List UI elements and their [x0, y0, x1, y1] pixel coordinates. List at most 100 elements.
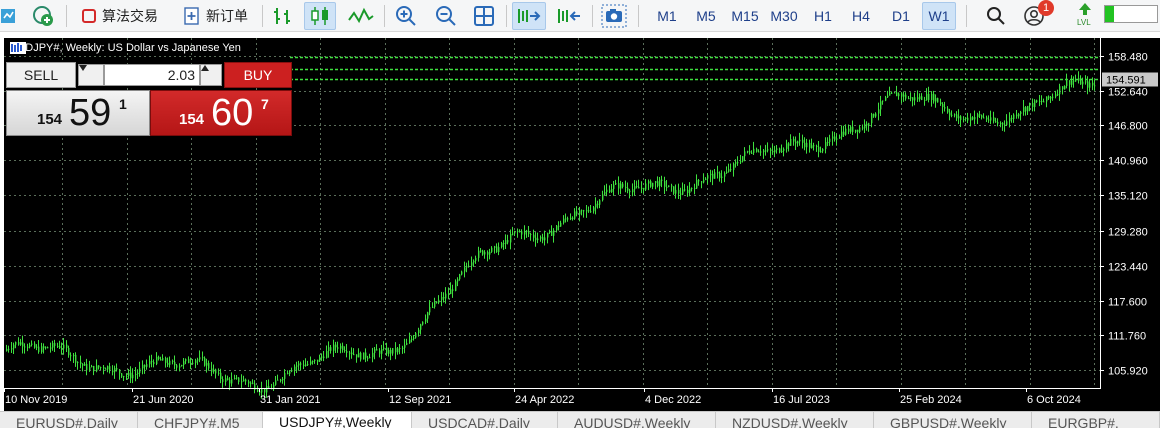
tile-windows-icon[interactable] — [470, 2, 498, 30]
candle-body — [537, 238, 539, 241]
candle-body — [153, 362, 155, 365]
candle-body — [386, 347, 388, 354]
candle-body — [346, 351, 348, 353]
tab-audusd-weekly[interactable]: AUDUSD#,Weekly — [558, 412, 716, 428]
candle-body — [887, 95, 889, 98]
lot-decrease-button[interactable] — [78, 64, 104, 86]
profiles-icon[interactable] — [0, 2, 22, 30]
candle-body — [1020, 111, 1022, 114]
screenshot-icon[interactable] — [598, 2, 630, 30]
buy-price-button[interactable]: 154 60 7 — [150, 90, 292, 136]
price-tick-label: 129.280 — [1108, 227, 1148, 239]
price-tick-label: 111.760 — [1108, 331, 1146, 343]
candle-body — [181, 365, 183, 367]
candle-body — [615, 182, 617, 185]
lot-increase-button[interactable] — [200, 64, 222, 86]
candle-body — [107, 366, 109, 370]
lot-size-input[interactable]: 2.03 — [104, 64, 200, 86]
sell-price-button[interactable]: 154 59 1 — [6, 90, 150, 136]
candle-body — [372, 352, 374, 358]
tab-eurusd-daily[interactable]: EURUSD#,Daily — [0, 412, 138, 428]
timeframe-d1[interactable]: D1 — [884, 2, 918, 30]
candle-body — [411, 338, 413, 340]
line-chart-icon[interactable] — [344, 2, 378, 30]
candle-body — [158, 356, 160, 360]
candle-body — [1025, 107, 1027, 112]
timeframe-h4[interactable]: H4 — [844, 2, 878, 30]
candle-body — [871, 113, 873, 124]
candle-body — [473, 260, 475, 263]
candle-body — [300, 363, 302, 365]
candle-body — [694, 187, 696, 189]
tab-usdcad-daily[interactable]: USDCAD#,Daily — [412, 412, 558, 428]
tab-gbpusd-weekly[interactable]: GBPUSD#,Weekly — [874, 412, 1032, 428]
candle-body — [954, 114, 956, 116]
candle-body — [420, 324, 422, 330]
tab-chfjpy-m5[interactable]: CHFJPY#,M5 — [138, 412, 264, 428]
candle-body — [901, 93, 903, 97]
candle-body — [643, 187, 645, 190]
candle-body — [137, 372, 139, 374]
candle-body — [195, 360, 197, 363]
candle-body — [818, 146, 820, 152]
candle-body — [238, 377, 240, 382]
candle-body — [620, 183, 622, 189]
candle-body — [776, 148, 778, 150]
candle-body — [243, 379, 245, 382]
auto-scroll-icon[interactable] — [512, 2, 546, 30]
candle-body — [565, 218, 567, 220]
candle-body — [319, 356, 321, 362]
candle-body — [671, 185, 673, 187]
candle-body — [507, 240, 509, 243]
candle-body — [202, 357, 204, 359]
timeframe-w1[interactable]: W1 — [922, 2, 956, 30]
timeframe-h1[interactable]: H1 — [806, 2, 840, 30]
candle-body — [542, 237, 544, 241]
price-tick-label: 140.960 — [1108, 156, 1148, 168]
tab-usdjpy-weekly[interactable]: USDJPY#,Weekly — [262, 412, 412, 428]
candle-body — [1036, 100, 1038, 102]
candle-body — [659, 179, 661, 186]
candle-body — [337, 347, 339, 349]
candle-body — [287, 372, 289, 374]
candle-body — [284, 372, 286, 379]
algo-trading-button[interactable]: 算法交易 — [72, 2, 168, 30]
candle-body — [613, 184, 615, 189]
candle-body — [397, 348, 399, 353]
zoom-out-icon[interactable] — [432, 2, 460, 30]
timeframe-m5[interactable]: M5 — [688, 2, 724, 30]
candle-body — [156, 356, 158, 365]
timeframe-m30[interactable]: M30 — [764, 2, 804, 30]
candle-body — [84, 363, 86, 366]
candle-body — [636, 186, 638, 188]
candle-body — [114, 368, 116, 373]
candle-body — [1066, 80, 1068, 86]
new-chart-icon[interactable] — [28, 2, 58, 30]
candle-body — [218, 372, 220, 374]
bar-chart-icon[interactable] — [268, 2, 298, 30]
search-icon[interactable] — [982, 2, 1010, 30]
level-progress-fill — [1105, 6, 1115, 22]
candle-body — [1016, 114, 1018, 117]
tab-nzdusd-weekly[interactable]: NZDUSD#,Weekly — [716, 412, 874, 428]
candle-body — [8, 348, 10, 350]
zoom-in-icon[interactable] — [392, 2, 420, 30]
candle-body — [650, 181, 652, 187]
sell-button[interactable]: SELL — [6, 62, 76, 88]
candle-body — [363, 352, 365, 360]
level-arrow-icon[interactable] — [1074, 0, 1096, 18]
buy-button[interactable]: BUY — [224, 62, 292, 88]
chart-shift-icon[interactable] — [552, 2, 586, 30]
candle-body — [496, 246, 498, 253]
candle-body — [740, 161, 742, 163]
timeframe-m15[interactable]: M15 — [726, 2, 764, 30]
candle-body — [116, 368, 118, 370]
tab-eurgbp[interactable]: EURGBP#, — [1032, 412, 1160, 428]
price-chart[interactable]: 158.480 152.640 146.800 140.960 135.120 129.2… — [4, 38, 1160, 411]
candle-body — [714, 172, 716, 179]
candlestick-chart-icon[interactable] — [304, 2, 336, 30]
chevron-up-icon — [201, 65, 209, 71]
candle-body — [429, 307, 431, 313]
new-order-button[interactable]: 新订单 — [176, 2, 256, 30]
timeframe-m1[interactable]: M1 — [648, 2, 686, 30]
